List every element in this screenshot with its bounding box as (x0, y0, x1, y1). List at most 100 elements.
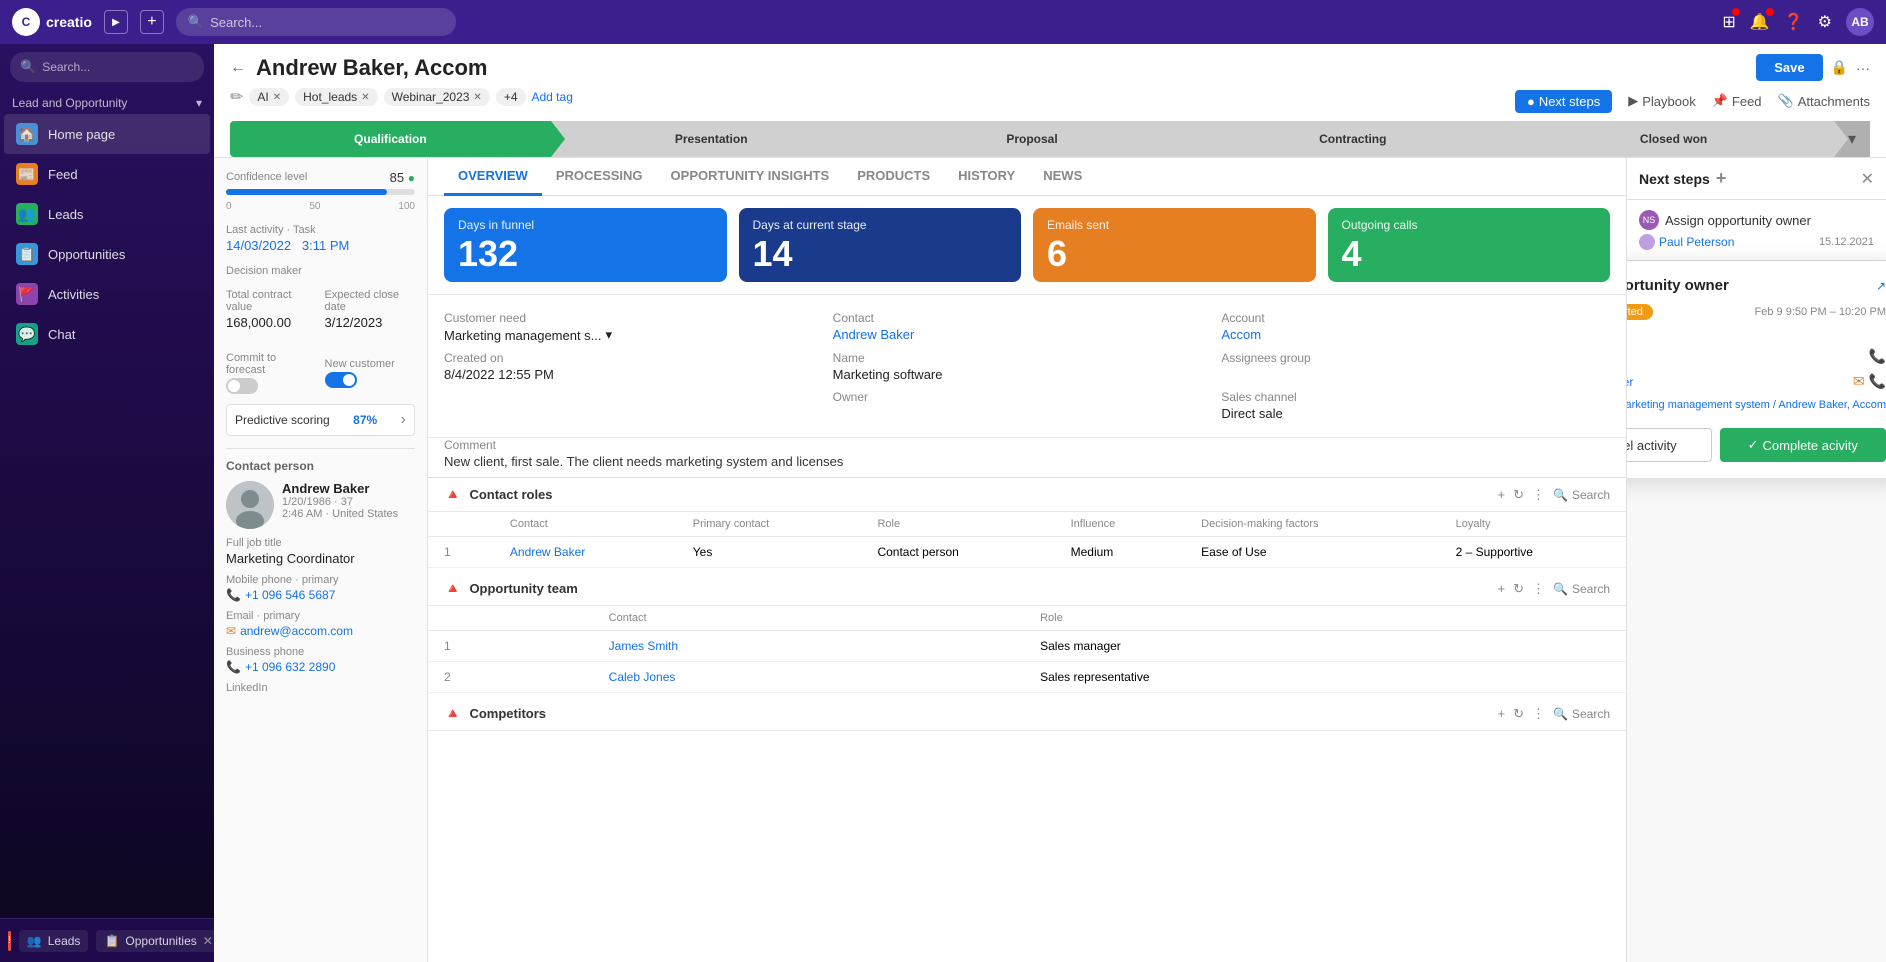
tab-overview[interactable]: OVERVIEW (444, 158, 542, 196)
popup-actions: ✕ Cancel activity ✓ Complete acivity (1626, 428, 1886, 462)
lock-icon[interactable]: 🔒 (1831, 59, 1848, 76)
help-icon[interactable]: ❓ (1784, 12, 1804, 32)
conn-phone-icon[interactable]: 📞 (1869, 348, 1886, 365)
competitors-add[interactable]: + (1498, 706, 1506, 721)
last-activity-date[interactable]: 14/03/2022 3:11 PM (226, 238, 415, 253)
account-value[interactable]: Accom (1221, 327, 1610, 342)
sidebar-item-home[interactable]: 🏠 Home page (4, 114, 210, 154)
tag-ai-remove[interactable]: ✕ (273, 92, 281, 103)
sidebar-item-chat[interactable]: 💬 Chat (4, 314, 210, 354)
opp-row1-role: Sales manager (1024, 631, 1626, 662)
tab-news[interactable]: NEWS (1029, 158, 1096, 196)
tab-processing[interactable]: PROCESSING (542, 158, 657, 196)
business-phone-value[interactable]: 📞 +1 096 632 2890 (226, 660, 415, 674)
next-steps-button[interactable]: ● Next steps (1515, 90, 1612, 113)
tab-products[interactable]: PRODUCTS (843, 158, 944, 196)
more-options-icon[interactable]: ··· (1856, 60, 1870, 76)
opp-row2-contact[interactable]: Caleb Jones (593, 662, 1024, 693)
save-button[interactable]: Save (1756, 54, 1822, 81)
tag-hot-leads-remove[interactable]: ✕ (361, 92, 369, 103)
playbook-button[interactable]: ▶ Playbook (1628, 93, 1695, 109)
tag-more[interactable]: +4 (496, 88, 526, 106)
play-button[interactable]: ▶ (104, 10, 128, 34)
sidebar-item-opportunities[interactable]: 📋 Opportunities (4, 234, 210, 274)
taskbar-leads[interactable]: 👥 Leads (19, 930, 89, 952)
tab-history[interactable]: HISTORY (944, 158, 1029, 196)
sidebar-item-feed[interactable]: 📰 Feed (4, 154, 210, 194)
sidebar-section[interactable]: Lead and Opportunity ▾ (0, 90, 214, 114)
sidebar-search[interactable]: 🔍 Search... (10, 52, 204, 82)
email-value[interactable]: ✉ andrew@accom.com (226, 624, 415, 638)
complete-activity-button[interactable]: ✓ Complete acivity (1720, 428, 1886, 462)
sidebar-item-activities[interactable]: 🚩 Activities (4, 274, 210, 314)
global-search[interactable]: 🔍 (176, 8, 456, 36)
opp-team-add[interactable]: + (1498, 581, 1506, 596)
new-customer-toggle[interactable] (325, 372, 357, 388)
next-steps-add[interactable]: + (1716, 168, 1727, 189)
add-tag-button[interactable]: Add tag (532, 90, 573, 104)
contact-roles-refresh[interactable]: ↻ (1513, 487, 1524, 503)
customer-need-value[interactable]: Marketing management s... ▾ (444, 327, 833, 343)
progress-mid: 50 (309, 201, 320, 212)
taskbar-opportunities[interactable]: 📋 Opportunities ✕ (96, 930, 220, 952)
contact-roles-add[interactable]: + (1498, 487, 1506, 502)
contact-dob: 1/20/1986 · 37 (282, 496, 415, 508)
settings-icon[interactable]: ⚙ (1818, 12, 1832, 32)
confidence-fill (226, 189, 387, 195)
popup-time: Feb 9 9:50 PM – 10:20 PM (1755, 306, 1886, 318)
expected-close-value: 3/12/2023 (325, 315, 416, 330)
attachments-button[interactable]: 📎 Attachments (1778, 93, 1870, 109)
taskbar-opportunities-close[interactable]: ✕ (203, 934, 213, 948)
search-input[interactable] (210, 15, 444, 30)
user-avatar[interactable]: AB (1846, 8, 1874, 36)
contact-person-title: Contact person (226, 459, 415, 473)
next-steps-item[interactable]: NS Assign opportunity owner Paul Peterso… (1627, 200, 1886, 261)
opp-team-refresh[interactable]: ↻ (1513, 581, 1524, 597)
commit-forecast-toggle[interactable] (226, 378, 258, 394)
conn-phone2-icon[interactable]: 📞 (1869, 373, 1886, 390)
page-title: Andrew Baker, Accom (256, 55, 488, 81)
popup-external-link[interactable]: ↗ (1876, 279, 1886, 293)
contact-label: Contact (833, 311, 1222, 325)
tab-opportunity-insights[interactable]: OPPORTUNITY INSIGHTS (657, 158, 844, 196)
opp-team-search[interactable]: 🔍 Search (1553, 582, 1610, 596)
connection-mgmt[interactable]: 📋 Marketing management system / Andrew B… (1626, 394, 1886, 416)
next-steps-close[interactable]: ✕ (1861, 169, 1874, 189)
competitors-refresh[interactable]: ↻ (1513, 706, 1524, 722)
add-button[interactable]: + (140, 10, 164, 34)
competitors-more[interactable]: ⋮ (1532, 706, 1545, 722)
opp-team-more[interactable]: ⋮ (1532, 581, 1545, 597)
opp-col-contact: Contact (593, 606, 1024, 631)
competitors-search[interactable]: 🔍 Search (1553, 707, 1610, 721)
feed-button[interactable]: 📌 Feed (1712, 93, 1762, 109)
contact-roles-search[interactable]: 🔍 Search (1553, 488, 1610, 502)
table-row: 1 James Smith Sales manager (428, 631, 1626, 662)
tag-webinar-remove[interactable]: ✕ (473, 92, 481, 103)
activities-icon: 🚩 (16, 283, 38, 305)
taskbar-alert[interactable]: ! (8, 931, 11, 951)
row-contact[interactable]: Andrew Baker (494, 537, 677, 568)
contact-value[interactable]: Andrew Baker (833, 327, 1222, 342)
stage-qualification[interactable]: Qualification (230, 121, 551, 157)
connection-baker[interactable]: 👤 Andrew Baker ✉ 📞 (1626, 369, 1886, 394)
stage-contracting[interactable]: Contracting (1192, 121, 1513, 157)
mobile-value[interactable]: 📞 +1 096 546 5687 (226, 588, 415, 602)
stage-closed-won[interactable]: Closed won (1513, 121, 1834, 157)
sidebar-item-leads[interactable]: 👥 Leads (4, 194, 210, 234)
cancel-activity-button[interactable]: ✕ Cancel activity (1626, 428, 1712, 462)
stage-proposal[interactable]: Proposal (872, 121, 1193, 157)
predictive-scoring[interactable]: Predictive scoring 87% › (226, 404, 415, 436)
search-icon: 🔍 (20, 59, 36, 75)
bell-icon[interactable]: 🔔 (1750, 12, 1770, 32)
conn-email-icon[interactable]: ✉ (1853, 373, 1865, 390)
edit-icon[interactable]: ✏ (230, 87, 243, 107)
contact-roles-more[interactable]: ⋮ (1532, 487, 1545, 503)
back-button[interactable]: ← (230, 59, 246, 77)
grid-icon[interactable]: ⊞ (1722, 12, 1735, 32)
opp-row1-contact[interactable]: James Smith (593, 631, 1024, 662)
connections-label: Connections: (1626, 328, 1886, 340)
stage-presentation[interactable]: Presentation (551, 121, 872, 157)
col-num (428, 512, 494, 537)
connection-accom[interactable]: 📄 Accom 📞 (1626, 344, 1886, 369)
comp-search-icon: 🔍 (1553, 707, 1568, 721)
